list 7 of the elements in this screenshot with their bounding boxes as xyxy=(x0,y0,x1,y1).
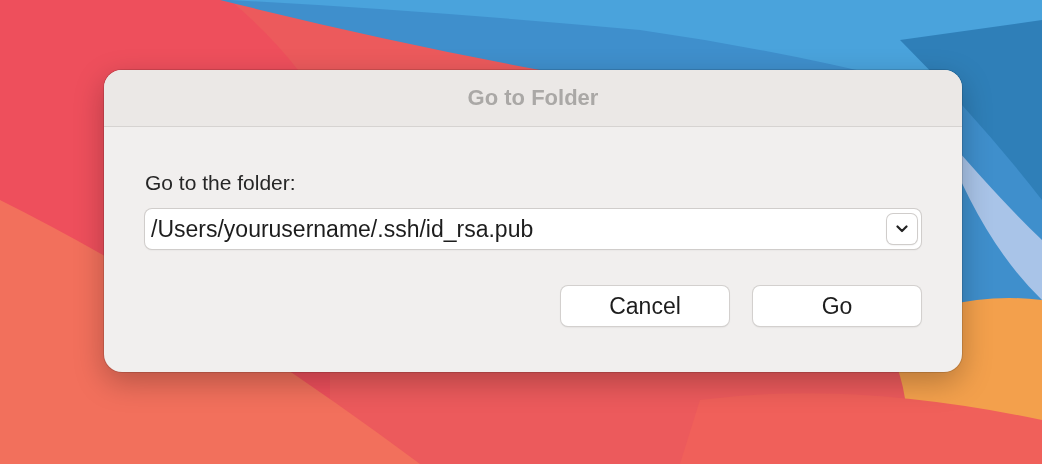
dropdown-button[interactable] xyxy=(887,214,917,244)
prompt-label: Go to the folder: xyxy=(145,171,297,195)
dialog-button[interactable]: Cancel xyxy=(561,286,729,326)
dialog-title: Go to Folder xyxy=(467,85,599,111)
dialog-button[interactable]: Go xyxy=(753,286,921,326)
path-field[interactable]: /Users/yourusername/.ssh/id_rsa.pub xyxy=(145,209,921,249)
chevron-down-icon xyxy=(896,225,908,233)
